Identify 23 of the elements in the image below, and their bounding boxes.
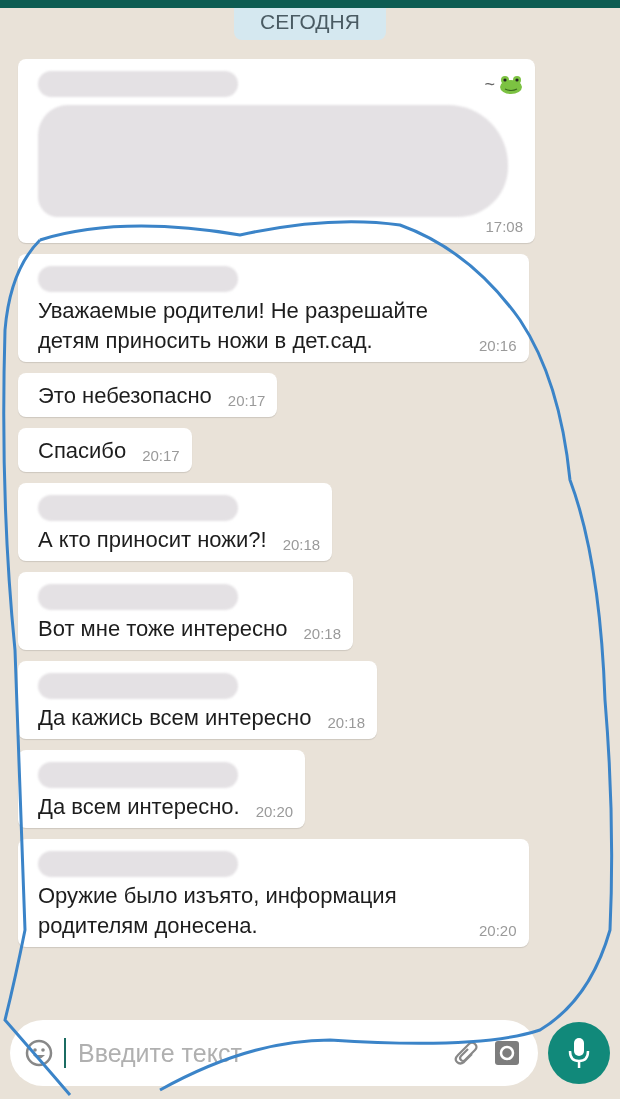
message-text: Да кажись всем интересно [38,704,312,732]
message-time: 20:18 [327,713,365,733]
message-time: 17:08 [485,217,523,237]
message-time: 20:17 [142,446,180,466]
message-text: Уважаемые родители! Не разрешайте детям приносить ножи в дет.сад. [38,297,429,355]
message-text: Вот мне тоже интересно [38,615,288,643]
message-text: Спасибо [38,437,127,465]
message-text: Оружие было изъято, информация родителям донесена. [38,882,398,940]
message-time: 20:17 [227,391,266,411]
camera-icon[interactable] [492,1038,522,1068]
frog-icon [499,74,523,94]
message-time: 20:20 [479,921,517,941]
message-text: А кто приносит ножи?! [38,526,267,554]
sender-name: ~ [484,73,495,95]
emoji-icon[interactable] [24,1038,54,1068]
microphone-icon [566,1036,592,1070]
message-text: Да всем интересно. [38,793,240,821]
message-time: 20:16 [479,336,517,356]
message-time: 20:20 [255,802,294,822]
message-time: 20:18 [303,624,342,644]
message-text: Это небезопасно [38,382,212,410]
date-chip: СЕГОДНЯ [234,8,386,40]
message-time: 20:18 [282,535,321,555]
